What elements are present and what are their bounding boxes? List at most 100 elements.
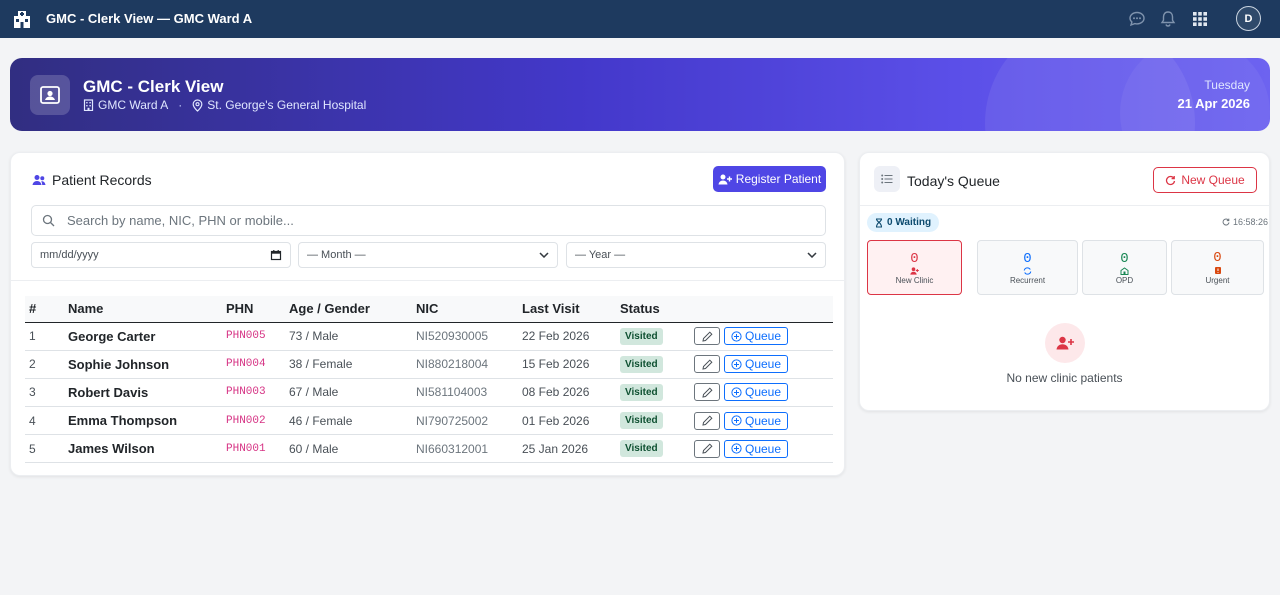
stat-value: 0: [1120, 250, 1129, 267]
add-to-queue-button[interactable]: Queue: [724, 327, 789, 346]
patient-age-gender: 38 / Female: [285, 350, 412, 379]
register-patient-button[interactable]: Register Patient: [713, 166, 826, 192]
column-header: Last Visit: [518, 296, 616, 323]
patient-phn: PHN005: [222, 322, 285, 351]
calendar-icon[interactable]: [270, 249, 282, 261]
queue-button-label: Queue: [745, 329, 782, 344]
current-date: 21 Apr 2026: [1177, 96, 1250, 111]
patient-nic: NI660312001: [412, 434, 518, 464]
waiting-count-badge: 0 Waiting: [867, 213, 940, 232]
chevron-down-icon: [807, 252, 817, 258]
current-day: Tuesday: [1204, 78, 1250, 92]
subtitle-separator: ·: [178, 98, 183, 112]
queue-title: Today's Queue: [907, 173, 1000, 189]
row-number: 5: [25, 434, 64, 464]
table-row: 4 Emma Thompson PHN002 46 / Female NI7907250…: [25, 406, 833, 436]
column-header: #: [25, 296, 64, 323]
refresh-icon: [1222, 218, 1230, 226]
column-header: Name: [64, 296, 222, 323]
patient-age-gender: 67 / Male: [285, 378, 412, 408]
row-actions: Queue: [694, 411, 833, 430]
apps-grid-icon[interactable]: [1191, 10, 1209, 28]
row-number: 2: [25, 350, 64, 379]
column-header: Status: [616, 296, 690, 323]
stat-new-clinic[interactable]: 0 New Clinic: [867, 240, 962, 295]
column-header: PHN: [222, 296, 285, 323]
plus-circle-icon: [731, 359, 742, 370]
pencil-icon: [701, 387, 713, 398]
status-badge: Visited: [620, 383, 663, 401]
row-actions: Queue: [694, 383, 833, 402]
stat-urgent[interactable]: 0 Urgent: [1171, 240, 1264, 295]
plus-circle-icon: [731, 387, 742, 398]
pencil-icon: [701, 443, 713, 454]
patient-last-visit: 22 Feb 2026: [518, 322, 616, 351]
row-number: 3: [25, 378, 64, 408]
last-refresh-time: 16:58:26: [1222, 217, 1268, 227]
patient-nic: NI520930005: [412, 322, 518, 351]
patient-last-visit: 08 Feb 2026: [518, 378, 616, 408]
visit-date-input[interactable]: mm/dd/yyyy: [31, 242, 291, 268]
patient-age-gender: 60 / Male: [285, 434, 412, 464]
stat-label: Recurrent: [1009, 275, 1046, 285]
row-actions: Queue: [694, 439, 833, 458]
hourglass-icon: [875, 217, 883, 228]
add-to-queue-button[interactable]: Queue: [724, 355, 789, 374]
table-header-row: # Name PHN Age / Gender NIC Last Visit S…: [25, 296, 833, 323]
status-cell: Visited: [616, 434, 690, 464]
month-select-value: — Month —: [307, 249, 366, 261]
patient-nic: NI880218004: [412, 350, 518, 379]
user-plus-icon: [910, 266, 919, 275]
hospital-name: St. George's General Hospital: [207, 98, 367, 112]
status-cell: Visited: [616, 322, 690, 351]
patient-search-input[interactable]: Search by name, NIC, PHN or mobile...: [31, 205, 826, 236]
edit-button[interactable]: [694, 383, 720, 402]
actions-cell: Queue: [690, 406, 833, 436]
bell-icon[interactable]: [1159, 10, 1177, 28]
queue-button-label: Queue: [745, 357, 782, 372]
add-to-queue-button[interactable]: Queue: [724, 439, 789, 458]
new-queue-label: New Queue: [1181, 173, 1245, 187]
stat-opd[interactable]: 0 OPD: [1082, 240, 1167, 295]
month-select[interactable]: — Month —: [298, 242, 558, 268]
top-navbar: GMC - Clerk View — GMC Ward A D: [0, 0, 1280, 38]
list-icon: [874, 166, 900, 192]
stat-label: New Clinic: [895, 275, 934, 285]
year-select[interactable]: — Year —: [566, 242, 826, 268]
building-icon: [1120, 266, 1129, 275]
new-queue-button[interactable]: New Queue: [1153, 167, 1257, 193]
patient-last-visit: 15 Feb 2026: [518, 350, 616, 379]
user-plus-icon: [1045, 323, 1085, 363]
plus-circle-icon: [731, 415, 742, 426]
register-patient-label: Register Patient: [735, 172, 822, 186]
stat-value: 0: [1213, 250, 1222, 266]
column-header: NIC: [412, 296, 518, 323]
page-title: GMC - Clerk View: [83, 77, 224, 96]
chat-icon[interactable]: [1128, 10, 1146, 28]
table-row: 3 Robert Davis PHN003 67 / Male NI581104003 0…: [25, 378, 833, 408]
ward-name: GMC Ward A: [98, 98, 169, 112]
user-avatar[interactable]: D: [1236, 6, 1261, 31]
actions-cell: Queue: [690, 350, 833, 379]
queue-button-label: Queue: [745, 385, 782, 400]
status-cell: Visited: [616, 406, 690, 436]
stat-label: Urgent: [1205, 276, 1230, 285]
plus-circle-icon: [731, 330, 742, 342]
patient-nic: NI790725002: [412, 406, 518, 436]
stat-recurrent[interactable]: 0 Recurrent: [977, 240, 1078, 295]
status-cell: Visited: [616, 350, 690, 379]
building-icon: [83, 99, 94, 111]
stat-value: 0: [1023, 250, 1032, 267]
column-header: [690, 296, 833, 323]
stat-value: 0: [910, 250, 919, 267]
row-number: 1: [25, 322, 64, 351]
edit-button[interactable]: [694, 439, 720, 458]
edit-button[interactable]: [694, 355, 720, 374]
pencil-icon: [701, 331, 713, 342]
patient-last-visit: 01 Feb 2026: [518, 406, 616, 436]
add-to-queue-button[interactable]: Queue: [724, 411, 789, 430]
edit-button[interactable]: [694, 327, 720, 346]
add-to-queue-button[interactable]: Queue: [724, 383, 789, 402]
hospital-icon[interactable]: [12, 9, 32, 29]
edit-button[interactable]: [694, 411, 720, 430]
